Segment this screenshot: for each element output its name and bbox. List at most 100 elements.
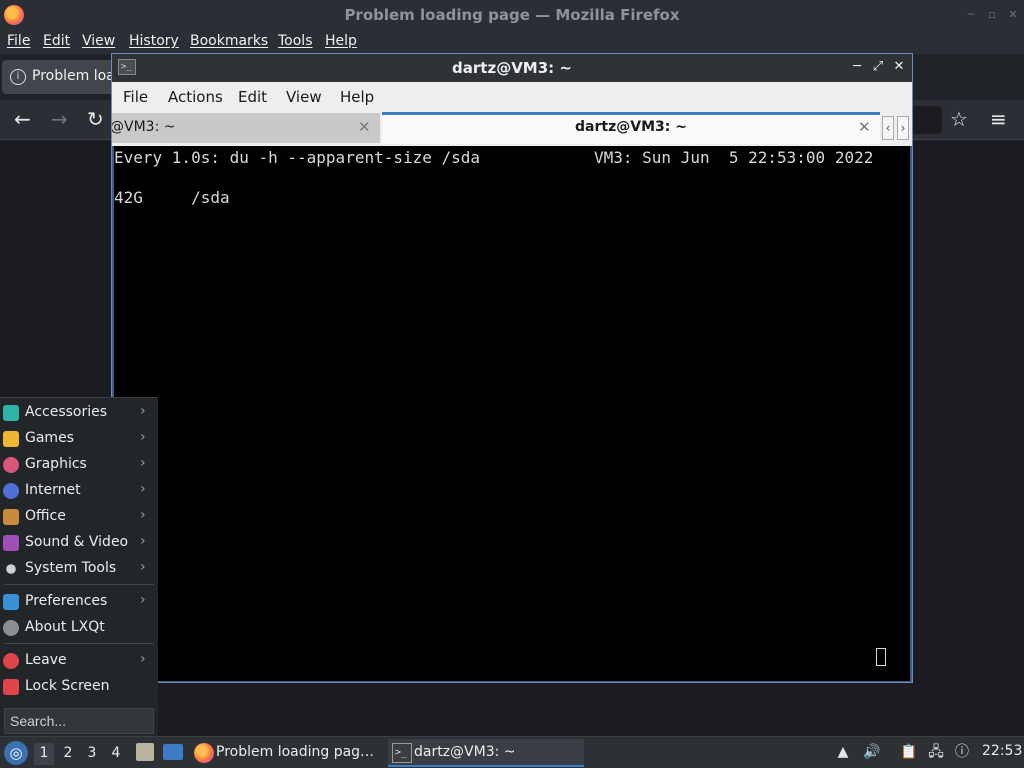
menu-actions[interactable]: Actions [168,88,223,106]
power-icon [3,653,19,669]
menu-item-label: Leave [25,652,67,668]
graphics-icon [3,457,19,473]
clock[interactable]: 22:53 [982,743,1022,759]
close-icon[interactable]: ✕ [858,118,871,136]
menu-file[interactable]: File [123,88,148,106]
menu-item-label: Sound & Video [25,534,129,550]
close-icon[interactable]: ✕ [1006,8,1020,22]
volume-icon[interactable]: 🔊 [863,743,881,761]
maximize-icon[interactable]: ⤢ [870,59,886,75]
menu-item-label: Games [25,430,74,446]
star-icon[interactable]: ☆ [950,108,968,130]
chevron-right-icon: › [140,507,146,523]
desktop-1-button[interactable]: 1 [34,743,54,765]
info-icon: i [10,69,26,85]
task-label: Problem loading pag… [216,744,375,760]
chevron-right-icon: › [140,481,146,497]
menu-bookmarks[interactable]: Bookmarks [190,33,268,49]
menu-internet[interactable]: Internet › [0,478,158,504]
start-menu-button[interactable]: ◎ [4,741,28,765]
clipboard-icon[interactable]: 📋 [900,743,918,761]
taskbar-task-firefox[interactable]: Problem loading pag… [190,739,382,767]
menu-separator [4,643,154,644]
menu-history[interactable]: History [129,33,179,49]
menu-item-label: Internet [25,482,81,498]
chevron-right-icon: › [140,533,146,549]
menu-item-label: Preferences [25,593,108,609]
maximize-icon[interactable]: ▫ [985,8,999,22]
menu-item-label: System Tools [25,560,117,576]
sound-video-icon [3,535,19,551]
reload-icon[interactable]: ↻ [87,108,104,130]
menu-games[interactable]: Games › [0,426,158,452]
terminal-tab[interactable]: @VM3: ~ ✕ [112,113,380,143]
tray-arrow-icon[interactable]: ▲ [834,743,852,761]
terminal-window: >_ dartz@VM3: ~ ─ ⤢ ✕ File Actions Edit … [111,53,913,683]
system-tools-icon [6,564,16,574]
url-bar[interactable] [912,106,942,134]
menu-office[interactable]: Office › [0,504,158,530]
chevron-right-icon: › [140,651,146,667]
terminal-icon: >_ [392,743,412,763]
chevron-right-icon: › [140,403,146,419]
chevron-right-icon: › [140,559,146,575]
update-notifier-icon[interactable]: ⓘ [953,743,971,761]
accessories-icon [3,405,19,421]
menu-file[interactable]: File [7,33,30,49]
menu-tools[interactable]: Tools [278,33,313,49]
menu-lock-screen[interactable]: Lock Screen [0,674,158,700]
desktop-3-button[interactable]: 3 [82,743,102,765]
menu-sound-video[interactable]: Sound & Video › [0,530,158,556]
scroll-right-icon[interactable]: › [897,116,909,140]
close-icon[interactable]: ✕ [358,118,371,136]
file-manager-icon[interactable] [136,743,154,761]
terminal-output[interactable]: Every 1.0s: du -h --apparent-size /sda V… [114,146,910,681]
terminal-tabbar: @VM3: ~ ✕ dartz@VM3: ~ ✕ ‹ › [112,112,912,146]
terminal-tab-active[interactable]: dartz@VM3: ~ ✕ [382,112,880,144]
menu-search-input[interactable] [4,708,154,734]
menu-item-label: Office [25,508,66,524]
forward-arrow-icon[interactable]: → [51,108,68,130]
scroll-left-icon[interactable]: ‹ [882,116,894,140]
menu-about-lxqt[interactable]: About LXQt [0,615,158,641]
menu-help[interactable]: Help [340,88,374,106]
desktop-2-button[interactable]: 2 [58,743,78,765]
internet-icon [3,483,19,499]
du-output: 42G /sda [114,188,230,207]
browser-tab-label: Problem loa [32,68,115,84]
show-desktop-icon[interactable] [163,744,183,760]
hamburger-icon[interactable]: ≡ [990,108,1007,130]
menu-item-label: Lock Screen [25,678,110,694]
menu-preferences[interactable]: Preferences › [0,589,158,615]
menu-help[interactable]: Help [325,33,357,49]
terminal-titlebar[interactable]: >_ dartz@VM3: ~ ─ ⤢ ✕ [112,54,912,82]
menu-graphics[interactable]: Graphics › [0,452,158,478]
menu-view[interactable]: View [286,88,322,106]
window-title: Problem loading page — Mozilla Firefox [344,6,680,24]
firefox-menubar: File Edit View History Bookmarks Tools H… [0,30,1024,54]
menu-system-tools[interactable]: System Tools › [0,556,158,582]
menu-accessories[interactable]: Accessories › [0,400,158,426]
menu-view[interactable]: View [82,33,115,49]
chevron-right-icon: › [140,592,146,608]
firefox-titlebar: Problem loading page — Mozilla Firefox ─… [0,0,1024,30]
menu-leave[interactable]: Leave › [0,648,158,674]
lock-icon [3,679,19,695]
text-cursor [876,648,886,666]
desktop-4-button[interactable]: 4 [106,743,126,765]
minimize-icon[interactable]: ─ [964,8,978,22]
network-icon[interactable]: 🖧 [927,743,945,761]
menu-item-label: Accessories [25,404,108,420]
terminal-tab-label: @VM3: ~ [112,119,176,135]
menu-edit[interactable]: Edit [238,88,267,106]
taskbar-task-terminal[interactable]: >_ dartz@VM3: ~ [388,739,584,767]
terminal-tab-label: dartz@VM3: ~ [575,119,687,135]
close-icon[interactable]: ✕ [891,59,907,75]
info-icon [3,620,19,636]
back-arrow-icon[interactable]: ← [14,108,31,130]
minimize-icon[interactable]: ─ [849,59,865,75]
menu-edit[interactable]: Edit [43,33,70,49]
firefox-icon [194,743,214,763]
terminal-title: dartz@VM3: ~ [452,59,572,77]
watch-header: Every 1.0s: du -h --apparent-size /sda [114,148,481,167]
